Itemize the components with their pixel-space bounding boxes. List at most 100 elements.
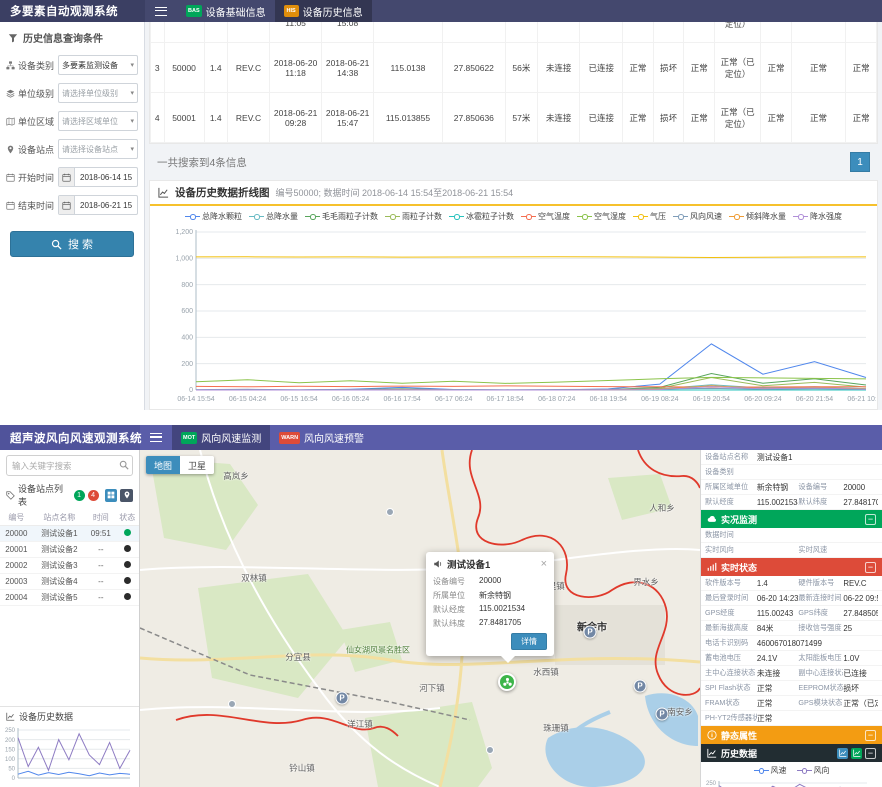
panel-value: 正常 xyxy=(757,713,871,724)
hamburger-icon xyxy=(155,7,167,16)
device-station-select[interactable]: 请选择设备站点▾ xyxy=(58,139,138,159)
collapse-icon[interactable]: − xyxy=(865,562,876,573)
legend-item[interactable]: 毛毛雨粒子计数 xyxy=(305,211,378,222)
chart-line-icon xyxy=(6,712,15,721)
popup-title: 测试设备1 xyxy=(447,557,490,571)
map-view[interactable]: 地图卫星 测试设备1 × 设备编号20000所属单位新余特钢默认经度115.00… xyxy=(140,450,700,787)
table-cell: 正常 xyxy=(684,93,715,143)
satellite-mode-button[interactable]: 卫星 xyxy=(180,456,214,474)
legend-label: 雨粒子计数 xyxy=(402,211,442,222)
section-header-history: 历史数据− xyxy=(701,744,882,762)
station-name: 测试设备2 xyxy=(33,541,86,557)
table-cell: 正常 xyxy=(791,93,845,143)
level-icon xyxy=(6,89,15,98)
panel-label: 副中心连接状态 xyxy=(798,668,843,678)
legend-item[interactable]: 空气湿度 xyxy=(577,211,626,222)
station-row[interactable]: 20003测试设备4-- xyxy=(0,573,139,589)
legend-item[interactable]: 冰雹粒子计数 xyxy=(449,211,514,222)
panel-row: SPI Flash状态正常EEPROM状态损坏 xyxy=(701,681,882,696)
map-label: 双林镇 xyxy=(241,572,267,584)
parking-marker-icon[interactable]: P xyxy=(336,692,349,705)
start-time-input[interactable]: 2018-06-14 15 xyxy=(58,167,138,187)
map-label: 高岚乡 xyxy=(223,470,249,482)
panel-value: 正常 xyxy=(757,683,799,694)
legend-item[interactable]: 风速 xyxy=(754,765,787,776)
station-list-view-button[interactable] xyxy=(105,489,118,502)
popup-detail-button[interactable]: 详情 xyxy=(511,633,547,650)
sidebar-toggle-button[interactable] xyxy=(145,0,177,22)
chart-tool-button[interactable] xyxy=(837,748,848,759)
tab-wind-warning[interactable]: WARN风向风速预警 xyxy=(270,425,373,450)
search-icon xyxy=(51,239,62,250)
query-sidebar: 历史信息查询条件 设备类别多要素监测设备▾单位级别请选择单位级别▾单位区域请选择… xyxy=(0,22,145,410)
select-value: 请选择设备站点 xyxy=(62,144,128,155)
sidebar-toggle-button[interactable] xyxy=(140,425,172,450)
pagination-page-button[interactable]: 1 xyxy=(850,152,870,172)
table-cell: 正常（已定位） xyxy=(715,93,761,143)
map-label: 洋江镇 xyxy=(347,718,373,730)
legend-item[interactable]: 总降水颗粒 xyxy=(185,211,242,222)
svg-text:0: 0 xyxy=(12,776,16,782)
svg-text:06-16 17:54: 06-16 17:54 xyxy=(383,396,420,403)
section-tools: − xyxy=(865,730,876,741)
legend-item[interactable]: 总降水量 xyxy=(249,211,298,222)
panel-label: 默认纬度 xyxy=(798,497,843,507)
tab-device-history-info[interactable]: HIS设备历史信息 xyxy=(275,0,372,22)
table-row[interactable]: 3500001.4REV.C2018-06-20 11:182018-06-21… xyxy=(151,43,877,93)
unit-region-select[interactable]: 请选择区域单位▾ xyxy=(58,111,138,131)
legend-item[interactable]: 气压 xyxy=(633,211,666,222)
station-locate-button[interactable] xyxy=(120,489,133,502)
legend-item[interactable]: 风向风速 xyxy=(673,211,722,222)
collapse-icon[interactable]: − xyxy=(865,514,876,525)
station-search-input[interactable] xyxy=(6,455,133,476)
panel-row: PH-YT2传感器状态正常 xyxy=(701,711,882,726)
station-row[interactable]: 20004测试设备5-- xyxy=(0,589,139,605)
table-row[interactable]: 2450004REV.C2018-06-14 11:052018-06-14 1… xyxy=(151,22,877,43)
table-cell: 2018-06-20 11:18 xyxy=(270,43,322,93)
device-marker-icon[interactable] xyxy=(498,673,516,691)
svg-text:0: 0 xyxy=(189,387,193,394)
legend-item[interactable]: 倾斜降水量 xyxy=(729,211,786,222)
table-row[interactable]: 4500011.4REV.C2018-06-21 09:282018-06-21… xyxy=(151,93,877,143)
map-mode-button[interactable]: 地图 xyxy=(146,456,180,474)
panel-value: 已连接 xyxy=(843,668,878,679)
table-cell: 正常 xyxy=(684,22,715,43)
legend-marker-icon xyxy=(577,213,592,220)
parking-marker-icon[interactable]: P xyxy=(584,626,597,639)
field-label: 设备站点 xyxy=(6,143,54,156)
search-button[interactable]: 搜 索 xyxy=(10,231,134,257)
tab-device-basic-info[interactable]: BAS设备基础信息 xyxy=(177,0,275,22)
tab-wind-monitor[interactable]: MOT风向风速监测 xyxy=(172,425,270,450)
collapse-icon[interactable]: − xyxy=(865,748,876,759)
device-category-select[interactable]: 多要素监测设备▾ xyxy=(58,55,138,75)
svg-text:06-19 08:24: 06-19 08:24 xyxy=(641,396,678,403)
sidebar-history-line-chart: 050100150200250 xyxy=(0,726,134,782)
panel-row: 电话卡识别码460067018071499 xyxy=(701,636,882,651)
parking-marker-icon[interactable]: P xyxy=(634,680,647,693)
legend-label: 总降水量 xyxy=(266,211,298,222)
station-row[interactable]: 20002测试设备3-- xyxy=(0,557,139,573)
query-field-end-time: 结束时间2018-06-21 15 xyxy=(0,191,144,219)
parking-marker-icon[interactable]: P xyxy=(656,708,669,721)
legend-item[interactable]: 雨粒子计数 xyxy=(385,211,442,222)
panel-label: 电话卡识别码 xyxy=(705,638,757,648)
table-cell: 损坏 xyxy=(653,22,684,43)
chart-tool-button[interactable] xyxy=(851,748,862,759)
unit-level-select[interactable]: 请选择单位级别▾ xyxy=(58,83,138,103)
table-cell: 2018-06-14 11:05 xyxy=(270,22,322,43)
table-cell: 正常 xyxy=(791,43,845,93)
legend-item[interactable]: 降水强度 xyxy=(793,211,842,222)
calendar-icon xyxy=(59,168,75,186)
close-icon[interactable]: × xyxy=(541,559,547,570)
poi-marker-icon xyxy=(228,700,236,708)
conditions-icon xyxy=(8,33,18,43)
station-row[interactable]: 20000测试设备109:51 xyxy=(0,525,139,541)
legend-item[interactable]: 空气温度 xyxy=(521,211,570,222)
end-time-input[interactable]: 2018-06-21 15 xyxy=(58,195,138,215)
panel-label: 所属区域单位 xyxy=(705,482,757,492)
collapse-icon[interactable]: − xyxy=(865,730,876,741)
table-cell: 2 xyxy=(151,22,165,43)
legend-item[interactable]: 风向 xyxy=(797,765,830,776)
station-row[interactable]: 20001测试设备2-- xyxy=(0,541,139,557)
legend-marker-icon xyxy=(521,213,536,220)
